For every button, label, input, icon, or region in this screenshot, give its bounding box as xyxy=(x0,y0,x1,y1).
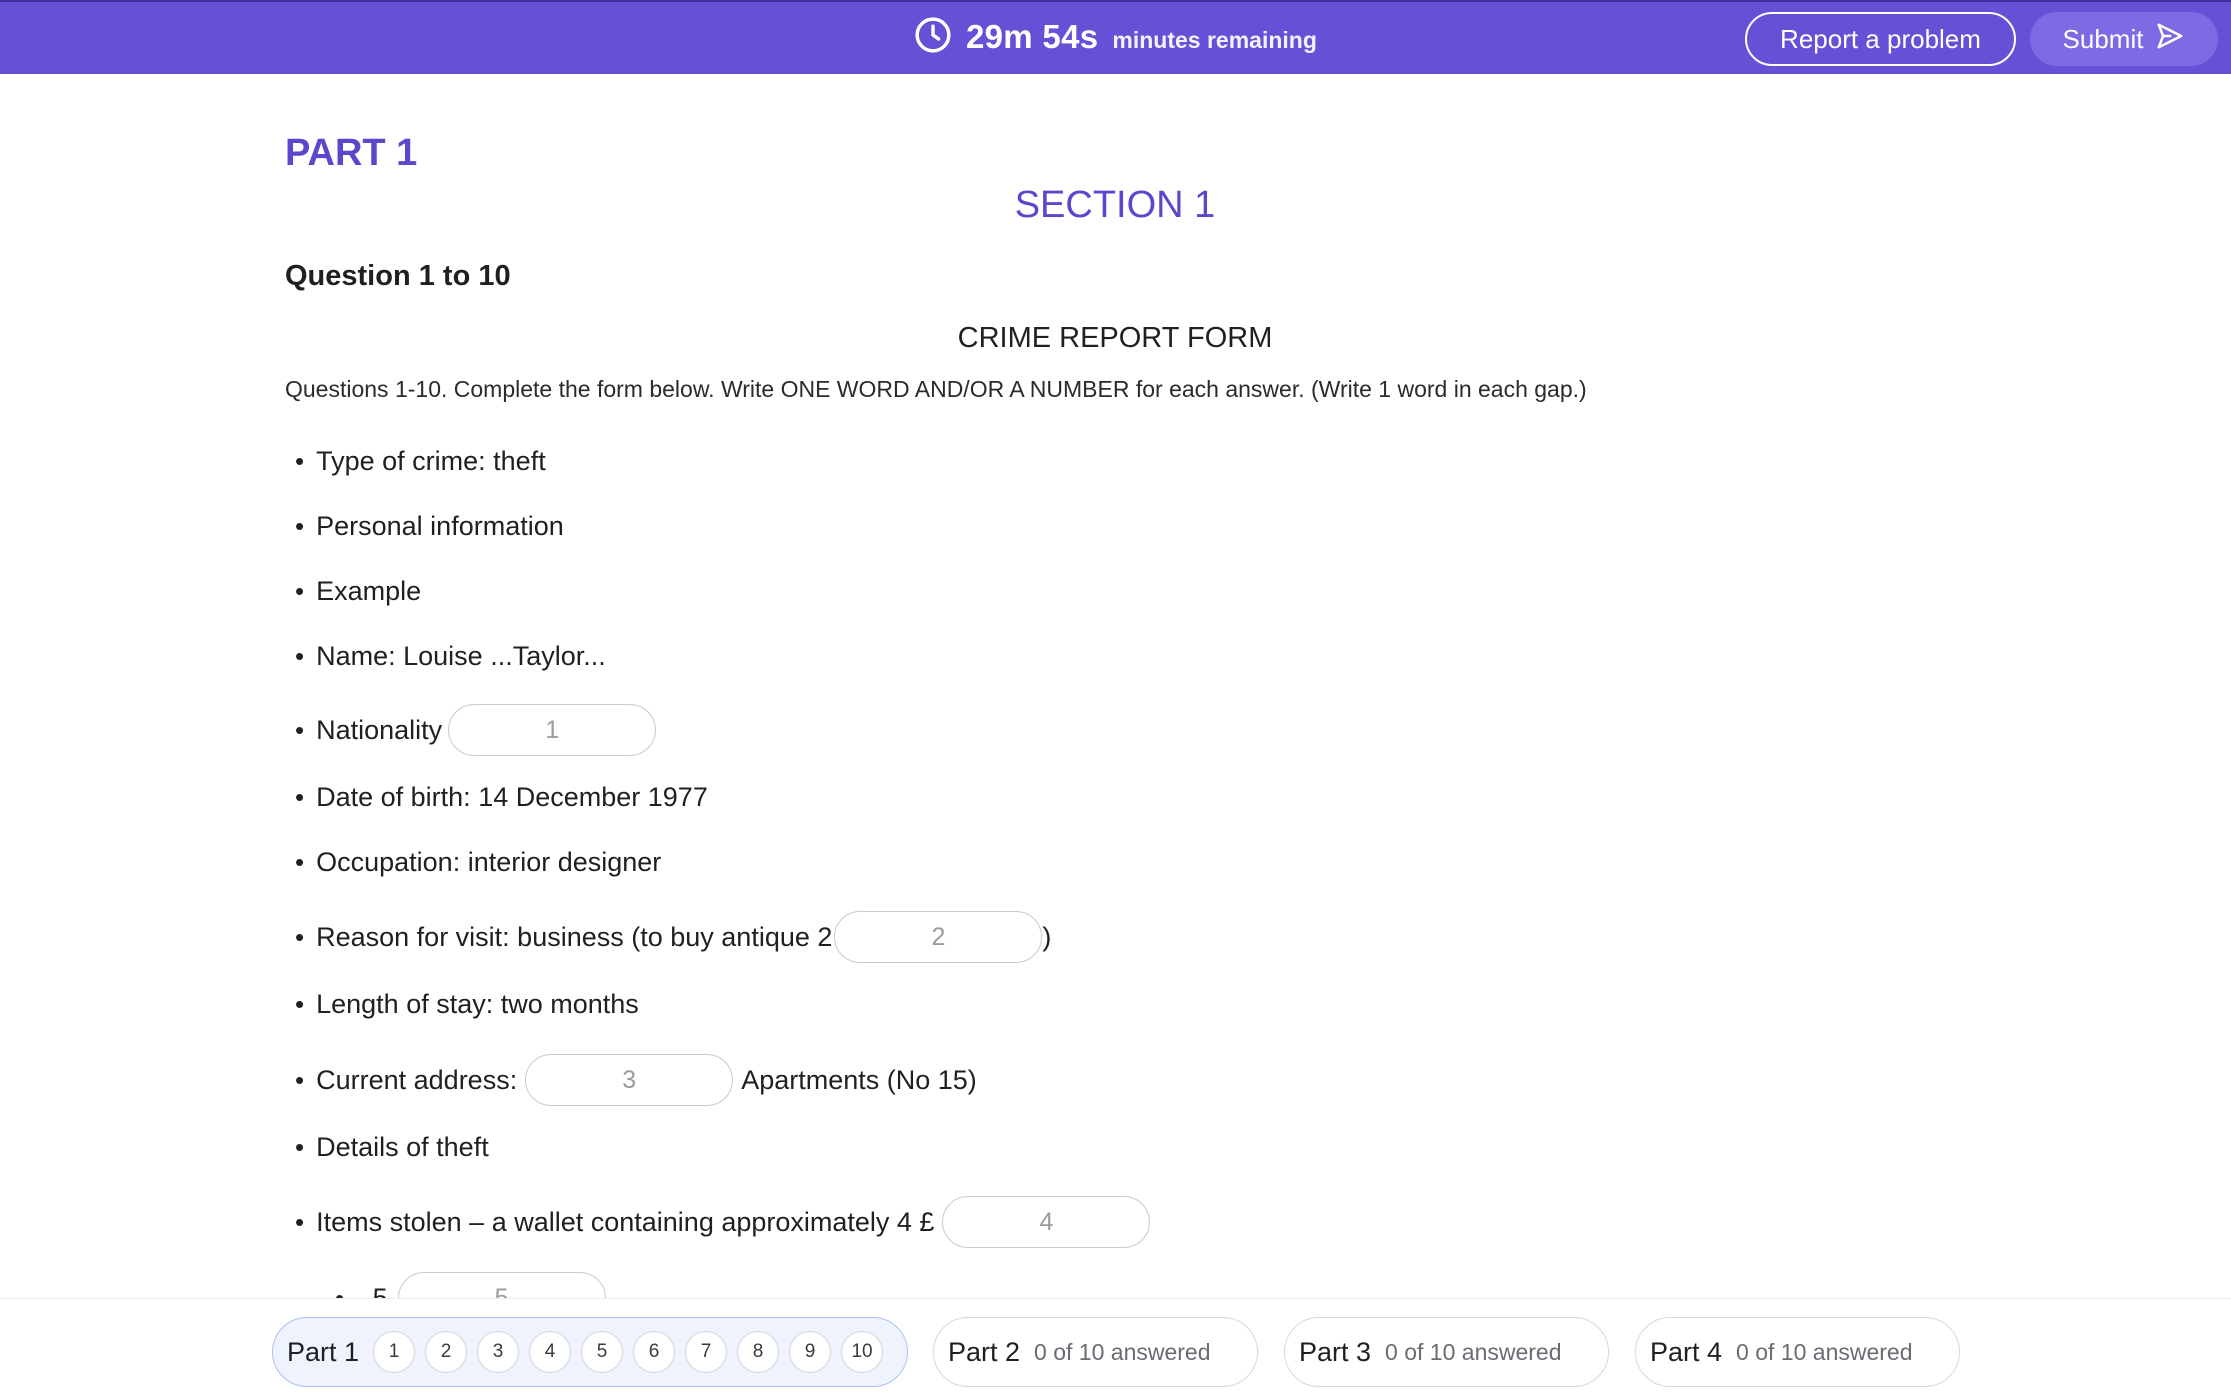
part-status: 0 of 10 answered xyxy=(1385,1338,1562,1365)
item-text: Type of crime: theft xyxy=(316,446,546,476)
part-tab-2[interactable]: Part 2 0 of 10 answered xyxy=(933,1317,1258,1387)
question-nav-button[interactable]: 1 xyxy=(373,1331,416,1373)
part-name: Part 4 xyxy=(1650,1336,1723,1367)
item-label: - 5 xyxy=(356,1282,388,1299)
item-label: Current address: xyxy=(316,1064,518,1095)
submit-label: Submit xyxy=(2062,23,2144,54)
part-status: 0 of 10 answered xyxy=(1034,1338,1211,1365)
form-item: Occupation: interior designer xyxy=(295,847,661,878)
question-nav-button[interactable]: 6 xyxy=(633,1331,676,1373)
timer: 29m 54s minutes remaining xyxy=(914,16,1317,58)
send-icon xyxy=(2155,21,2185,58)
timer-suffix: minutes remaining xyxy=(1112,26,1317,53)
question-nav-button[interactable]: 4 xyxy=(529,1331,572,1373)
top-bar: 29m 54s minutes remaining Report a probl… xyxy=(0,0,2231,74)
clock-icon xyxy=(914,16,952,59)
answer-input-4[interactable] xyxy=(942,1196,1151,1248)
item-label-after: Apartments (No 15) xyxy=(741,1064,977,1095)
answer-input-3[interactable] xyxy=(525,1054,734,1106)
form-title: CRIME REPORT FORM xyxy=(957,322,1273,354)
form-item: Personal information xyxy=(295,511,564,542)
item-label: Items stolen – a wallet containing appro… xyxy=(316,1206,935,1237)
timer-value: 29m 54s xyxy=(966,18,1099,55)
section-title: SECTION 1 xyxy=(1014,184,1216,226)
report-problem-button[interactable]: Report a problem xyxy=(1745,12,2016,66)
part-navigation: Part 1 1 2 3 4 5 6 7 8 9 10 Part 2 0 of … xyxy=(0,1298,2231,1400)
form-item: Length of stay: two months xyxy=(295,989,639,1020)
form-item: Date of birth: 14 December 1977 xyxy=(295,782,708,813)
part-name: Part 1 xyxy=(287,1336,360,1367)
question-nav-button[interactable]: 8 xyxy=(737,1331,780,1373)
form-item: Example xyxy=(295,576,421,607)
item-text: Example xyxy=(316,576,422,606)
answer-input-2[interactable] xyxy=(834,911,1043,963)
question-nav-button[interactable]: 10 xyxy=(841,1331,884,1373)
part-status: 0 of 10 answered xyxy=(1736,1338,1913,1365)
part-tab-3[interactable]: Part 3 0 of 10 answered xyxy=(1284,1317,1609,1387)
question-nav-button[interactable]: 2 xyxy=(425,1331,468,1373)
form-item: Nationality xyxy=(295,704,657,756)
form-item: Details of theft xyxy=(295,1132,489,1163)
part-tab-1[interactable]: Part 1 1 2 3 4 5 6 7 8 9 10 xyxy=(272,1317,908,1387)
answer-input-5[interactable] xyxy=(397,1272,606,1298)
form-item: Items stolen – a wallet containing appro… xyxy=(295,1196,1151,1248)
item-text: Date of birth: 14 December 1977 xyxy=(316,782,708,812)
item-text: Details of theft xyxy=(316,1132,489,1162)
part-name: Part 3 xyxy=(1299,1336,1372,1367)
item-text: Name: Louise ...Taylor... xyxy=(316,641,606,671)
instructions: Questions 1-10. Complete the form below.… xyxy=(285,376,1587,402)
form-item: Type of crime: theft xyxy=(295,446,546,477)
question-nav-button[interactable]: 3 xyxy=(477,1331,520,1373)
form-item: Reason for visit: business (to buy antiq… xyxy=(295,911,1051,963)
question-nav-button[interactable]: 9 xyxy=(789,1331,832,1373)
question-nav-button[interactable]: 5 xyxy=(581,1331,624,1373)
question-content: PART 1 SECTION 1 Question 1 to 10 CRIME … xyxy=(285,74,1945,1298)
item-label: Reason for visit: business (to buy antiq… xyxy=(316,921,833,952)
submit-button[interactable]: Submit xyxy=(2030,12,2218,66)
part-name: Part 2 xyxy=(948,1336,1021,1367)
form-item: Name: Louise ...Taylor... xyxy=(295,641,606,672)
item-label-after: ) xyxy=(1042,921,1052,952)
question-range-heading: Question 1 to 10 xyxy=(285,260,511,292)
item-text: Length of stay: two months xyxy=(316,989,639,1019)
part-title: PART 1 xyxy=(285,132,418,174)
part-tab-4[interactable]: Part 4 0 of 10 answered xyxy=(1635,1317,1960,1387)
item-text: Occupation: interior designer xyxy=(316,847,662,877)
form-item: Current address: Apartments (No 15) xyxy=(295,1054,977,1106)
item-label: Nationality xyxy=(316,714,443,745)
answer-input-1[interactable] xyxy=(448,704,657,756)
question-nav-button[interactable]: 7 xyxy=(685,1331,728,1373)
item-text: Personal information xyxy=(316,511,564,541)
form-item: - 5 xyxy=(335,1272,606,1298)
